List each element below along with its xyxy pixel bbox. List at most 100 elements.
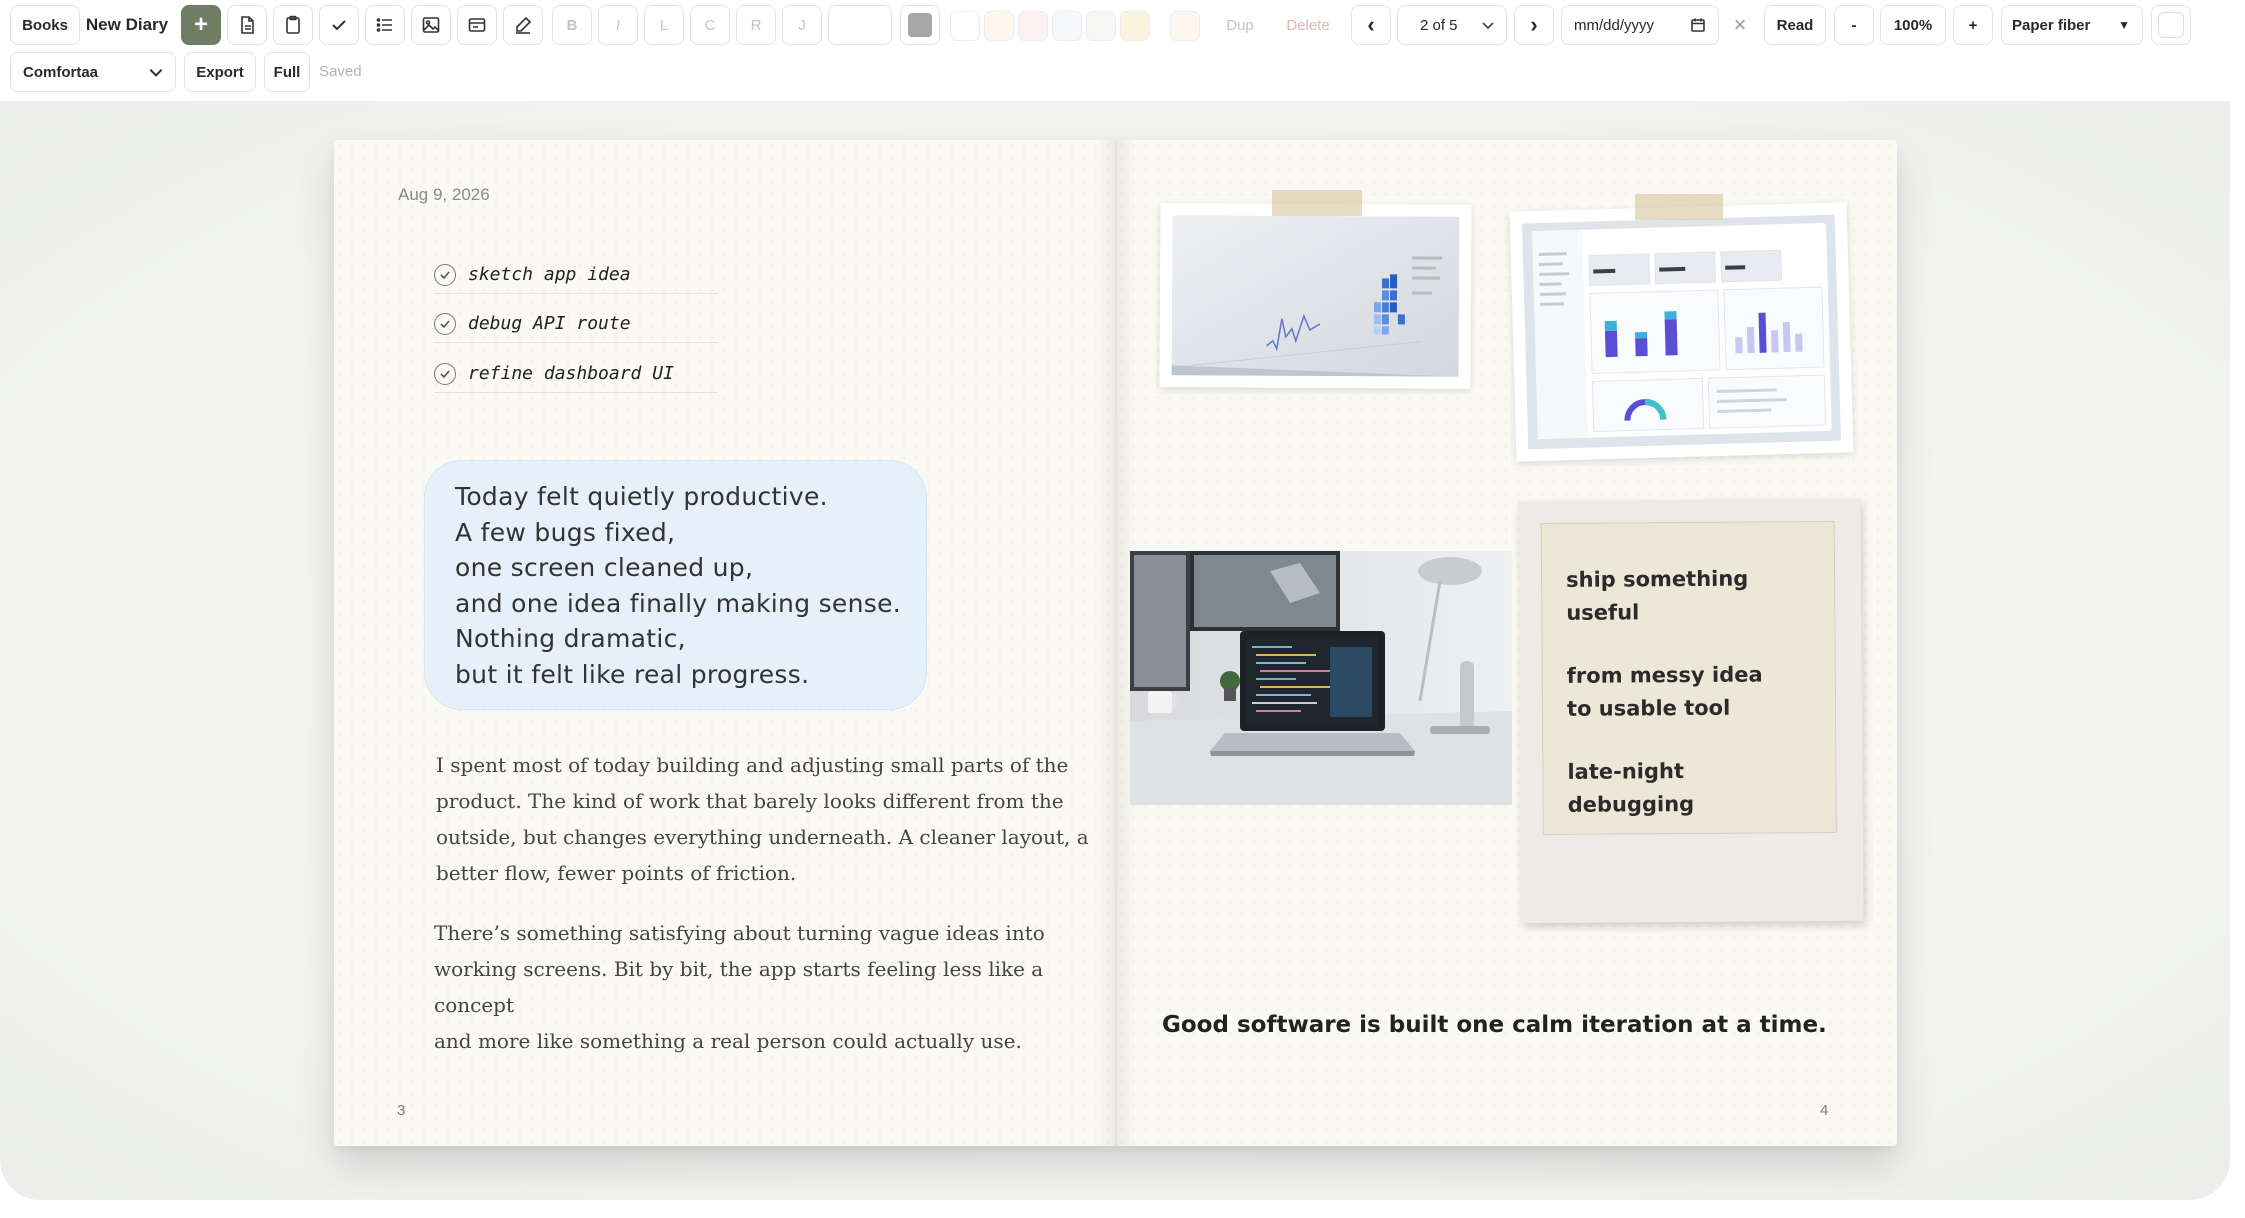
chevron-down-icon: [149, 69, 163, 77]
toolbar: Books New Diary + B I L C R J Dup Delete…: [0, 0, 2230, 102]
font-select[interactable]: Comfortaa: [10, 52, 176, 92]
page-indicator: 2 of 5: [1420, 16, 1458, 34]
text-color-button[interactable]: [900, 5, 940, 45]
paragraph-line: product. The kind of work that barely lo…: [436, 789, 1064, 813]
new-diary-button[interactable]: New Diary: [82, 5, 172, 45]
zoom-level: 100%: [1880, 5, 1946, 45]
paragraph-line: outside, but changes everything undernea…: [436, 825, 1089, 849]
save-status: Saved: [319, 63, 362, 80]
swatch-white[interactable]: [950, 11, 980, 41]
checklist-item[interactable]: debug API route: [434, 305, 718, 343]
checklist-label: sketch app idea: [468, 264, 631, 285]
note-line: [1567, 724, 1811, 756]
export-button[interactable]: Export: [184, 52, 256, 92]
paragraph-line: There’s something satisfying about turni…: [434, 921, 1045, 945]
italic-button[interactable]: I: [598, 5, 638, 45]
date-input[interactable]: mm/dd/yyyy: [1561, 5, 1719, 45]
tape-strip: [1635, 194, 1723, 220]
pen-icon[interactable]: [503, 5, 543, 45]
reflection-bubble[interactable]: Today felt quietly productive. A few bug…: [424, 460, 927, 710]
fullscreen-button[interactable]: Full: [264, 52, 310, 92]
photo-analytics[interactable]: [1159, 203, 1472, 389]
font-select-label: Comfortaa: [23, 63, 99, 81]
photo-laptop-desk[interactable]: [1130, 551, 1512, 805]
align-left-button[interactable]: L: [644, 5, 684, 45]
bold-button[interactable]: B: [552, 5, 592, 45]
clear-date-button[interactable]: ×: [1725, 5, 1755, 45]
left-page[interactable]: Aug 9, 2026 sketch app idea debug API ro…: [334, 140, 1115, 1146]
swatch-yellow[interactable]: [1120, 11, 1150, 41]
checkbox[interactable]: [434, 362, 456, 385]
paper-style-label: Paper fiber: [2012, 16, 2091, 34]
bubble-line: Nothing dramatic,: [455, 624, 686, 653]
checklist-item[interactable]: sketch app idea: [434, 256, 718, 294]
note-card: ship something useful from messy idea to…: [1540, 520, 1837, 836]
laptop-desk-image: [1130, 551, 1512, 805]
page-select[interactable]: 2 of 5: [1397, 5, 1507, 45]
align-center-button[interactable]: C: [690, 5, 730, 45]
paragraph-line: better flow, fewer points of friction.: [436, 861, 797, 885]
checklist-label: refine dashboard UI: [468, 363, 674, 384]
swatch-blue[interactable]: [1052, 11, 1082, 41]
align-justify-button[interactable]: J: [782, 5, 822, 45]
next-page-button[interactable]: ›: [1514, 5, 1554, 45]
page-number-left: 3: [397, 1102, 406, 1119]
image-icon[interactable]: [411, 5, 451, 45]
color-picker-button[interactable]: [2151, 5, 2191, 45]
polaroid-note[interactable]: ship something useful from messy idea to…: [1518, 498, 1864, 924]
bubble-line: but it felt like real progress.: [455, 659, 810, 689]
prev-page-button[interactable]: ‹: [1351, 5, 1391, 45]
bubble-line: and one idea finally making sense.: [455, 588, 902, 618]
paragraph-line: and more like something a real person co…: [434, 1029, 1022, 1053]
checklist-item[interactable]: refine dashboard UI: [434, 355, 718, 393]
check-icon: [440, 369, 450, 378]
font-size-field[interactable]: [828, 5, 892, 45]
zoom-out-button[interactable]: -: [1834, 5, 1874, 45]
date-placeholder: mm/dd/yyyy: [1574, 16, 1655, 34]
swatch-gray[interactable]: [1086, 11, 1116, 41]
chevron-down-icon: [1482, 22, 1494, 30]
bubble-line: one screen cleaned up,: [455, 553, 754, 582]
align-right-button[interactable]: R: [736, 5, 776, 45]
paper-style-select[interactable]: Paper fiber ▼: [2001, 5, 2143, 45]
page-number-right: 4: [1820, 1102, 1829, 1119]
note-line: [1566, 628, 1810, 660]
check-icon: [440, 270, 450, 279]
analytics-chart-image: [1171, 215, 1460, 377]
checkmark-icon[interactable]: [319, 5, 359, 45]
caret-down-icon: ▼: [2118, 18, 2130, 32]
paragraph-line: working screens. Bit by bit, the app sta…: [434, 957, 1044, 1017]
checkbox[interactable]: [434, 312, 456, 335]
clipboard-icon[interactable]: [273, 5, 313, 45]
delete-button[interactable]: Delete: [1276, 5, 1340, 45]
swatch-cream[interactable]: [984, 11, 1014, 41]
zoom-in-button[interactable]: +: [1953, 5, 1993, 45]
note-line: from messy idea: [1566, 662, 1763, 688]
add-button[interactable]: +: [181, 5, 221, 45]
paragraph-1[interactable]: I spent most of today building and adjus…: [436, 747, 1089, 891]
calendar-icon: [1691, 18, 1705, 32]
duplicate-button[interactable]: Dup: [1212, 5, 1268, 45]
dashboard-image: [1521, 214, 1842, 450]
check-icon: [440, 319, 450, 328]
swatch-pink[interactable]: [1018, 11, 1048, 41]
note-line: ship something useful: [1565, 566, 1749, 625]
list-icon[interactable]: [365, 5, 405, 45]
swatch-paper[interactable]: [1170, 11, 1200, 41]
card-icon[interactable]: [457, 5, 497, 45]
books-button[interactable]: Books: [10, 5, 80, 45]
entry-date: Aug 9, 2026: [398, 185, 490, 204]
bubble-line: Today felt quietly productive.: [455, 482, 828, 511]
checklist-label: debug API route: [468, 313, 631, 334]
new-page-icon[interactable]: [227, 5, 267, 45]
paragraph-2[interactable]: There’s something satisfying about turni…: [434, 915, 1115, 1059]
paragraph-line: I spent most of today building and adjus…: [436, 753, 1069, 777]
note-line: to usable tool: [1566, 695, 1731, 721]
read-button[interactable]: Read: [1764, 5, 1826, 45]
closing-quote[interactable]: Good software is built one calm iteratio…: [1162, 1012, 1827, 1038]
note-line: late-night debugging: [1567, 759, 1695, 817]
checkbox[interactable]: [434, 263, 456, 286]
bubble-line: A few bugs fixed,: [455, 517, 676, 547]
photo-dashboard[interactable]: [1509, 202, 1854, 462]
tape-strip: [1272, 190, 1362, 216]
